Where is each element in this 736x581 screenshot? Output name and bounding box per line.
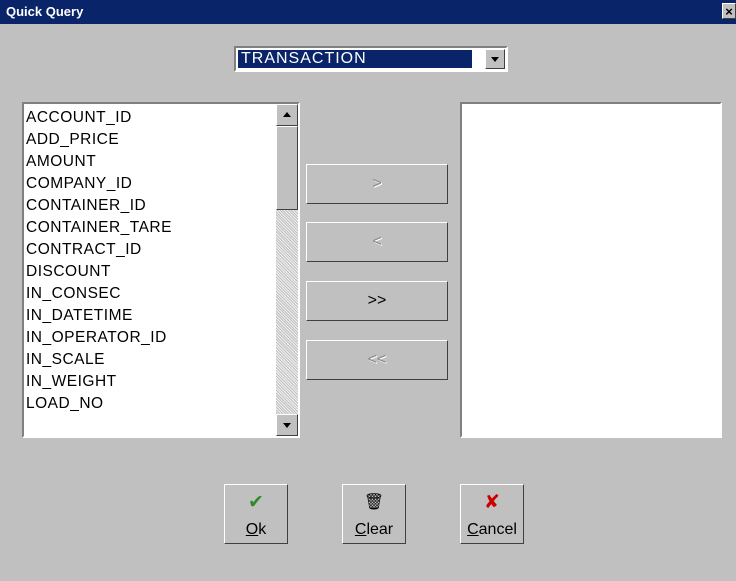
list-item[interactable]: IN_OPERATOR_ID: [26, 327, 172, 349]
list-item[interactable]: CONTAINER_ID: [26, 195, 172, 217]
arrow-up-icon: [283, 112, 291, 117]
list-item[interactable]: IN_WEIGHT: [26, 371, 172, 393]
add-field-button[interactable]: >: [306, 164, 448, 204]
list-item[interactable]: DISCOUNT: [26, 261, 172, 283]
list-item[interactable]: ACCOUNT_ID: [26, 107, 172, 129]
chevron-down-icon: [491, 57, 499, 62]
list-item[interactable]: IN_CONSEC: [26, 283, 172, 305]
clear-button-label: Clear: [354, 521, 394, 538]
scroll-up-button[interactable]: [276, 104, 298, 126]
cancel-button-label: Cancel: [467, 521, 517, 538]
list-item[interactable]: IN_SCALE: [26, 349, 172, 371]
table-select[interactable]: TRANSACTION: [234, 46, 508, 72]
list-item[interactable]: LOAD_NO: [26, 393, 172, 415]
scroll-thumb[interactable]: [276, 126, 298, 210]
list-item[interactable]: CONTRACT_ID: [26, 239, 172, 261]
list-item[interactable]: AMOUNT: [26, 151, 172, 173]
x-icon: ✘: [484, 492, 500, 513]
available-fields-list[interactable]: ACCOUNT_ID ADD_PRICE AMOUNT COMPANY_ID C…: [22, 102, 300, 438]
table-select-dropdown-button[interactable]: [485, 49, 505, 69]
eraser-icon: 🗑: [363, 494, 385, 511]
ok-button-label: Ok: [245, 521, 267, 538]
list-item[interactable]: IN_DATETIME: [26, 305, 172, 327]
clear-button[interactable]: 🗑 Clear: [342, 484, 406, 544]
selected-fields-list[interactable]: [460, 102, 722, 438]
list-item[interactable]: ADD_PRICE: [26, 129, 172, 151]
title-bar: Quick Query ×: [0, 0, 736, 24]
table-select-value: TRANSACTION: [238, 50, 472, 68]
arrow-down-icon: [283, 423, 291, 428]
ok-button[interactable]: ✔ Ok: [224, 484, 288, 544]
list-item[interactable]: CONTAINER_TARE: [26, 217, 172, 239]
remove-all-fields-button[interactable]: <<: [306, 340, 448, 380]
list-item[interactable]: COMPANY_ID: [26, 173, 172, 195]
scroll-down-button[interactable]: [276, 414, 298, 436]
remove-field-button[interactable]: <: [306, 222, 448, 262]
add-all-fields-button[interactable]: >>: [306, 281, 448, 321]
cancel-button[interactable]: ✘ Cancel: [460, 484, 524, 544]
check-icon: ✔: [248, 492, 264, 513]
close-button[interactable]: ×: [722, 3, 736, 19]
window-title: Quick Query: [6, 4, 84, 19]
vertical-scrollbar[interactable]: [276, 104, 298, 436]
